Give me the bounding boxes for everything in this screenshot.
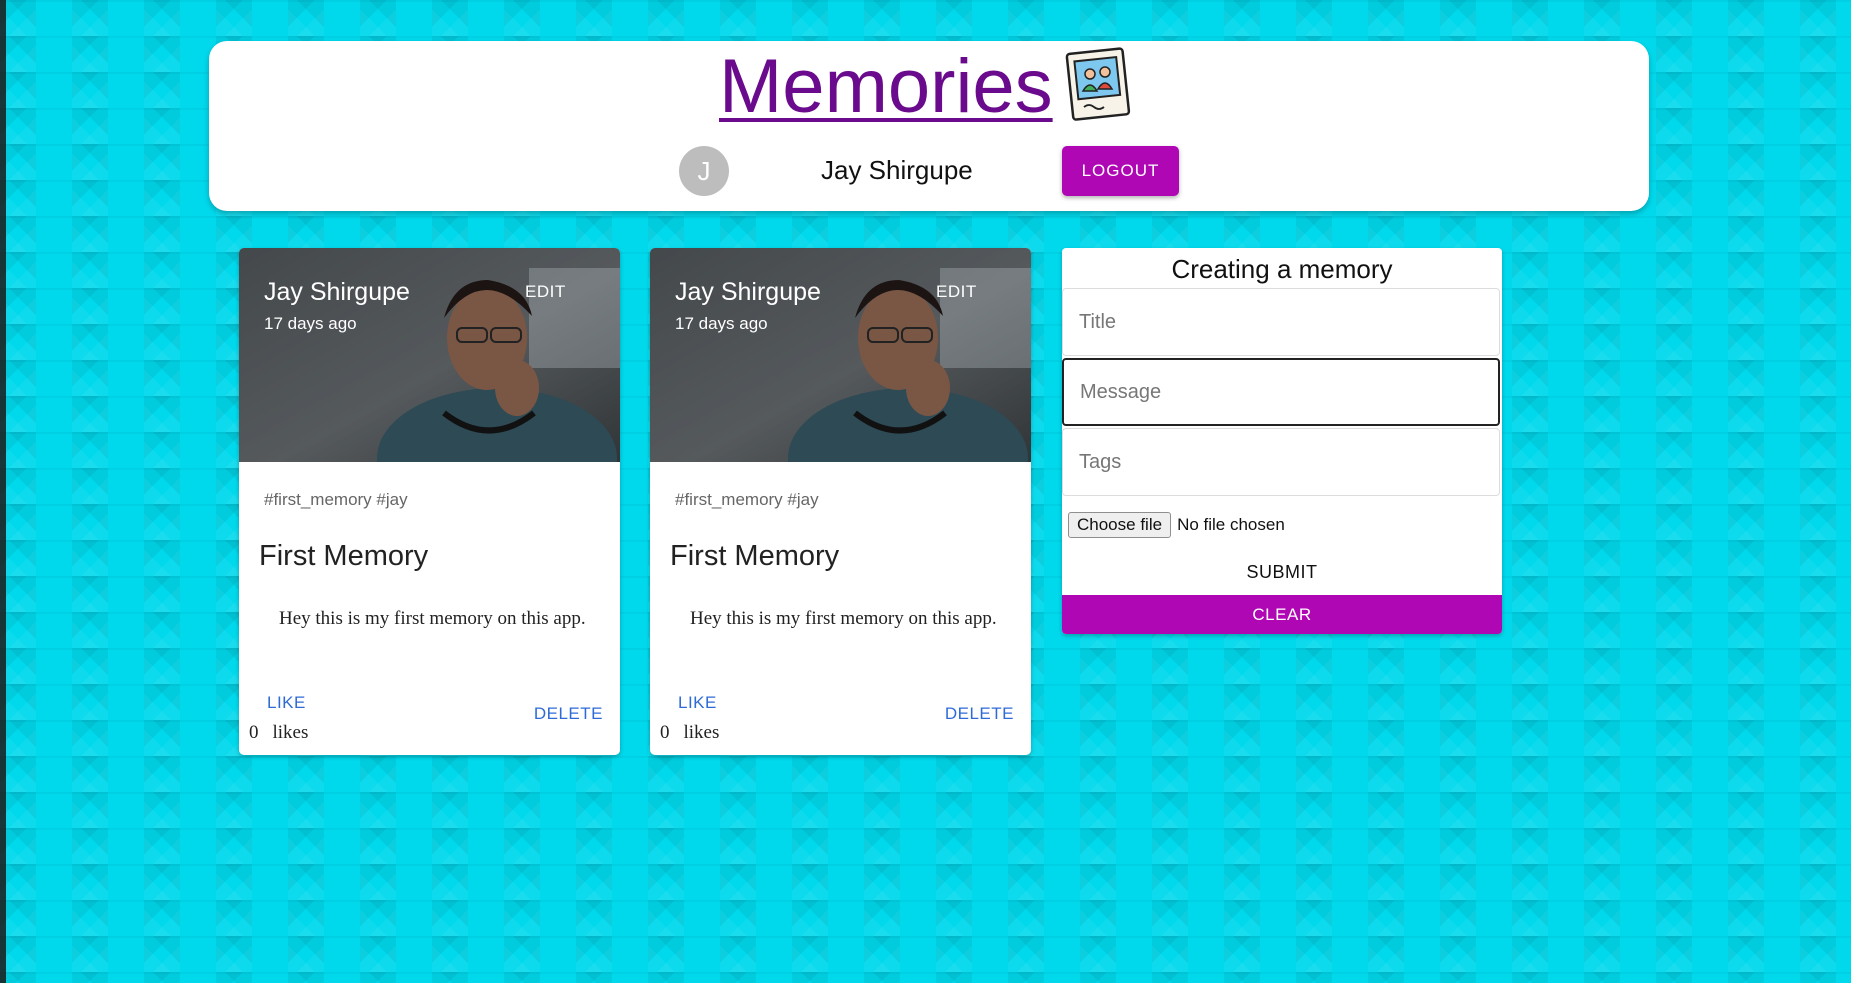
post-tags: #first_memory #jay [675,490,819,509]
brand-title-link[interactable]: Memories [719,45,1053,129]
post-title: First Memory [259,540,429,572]
window-edge [0,0,6,983]
likes-word: likes [272,722,309,743]
clear-button[interactable]: CLEAR [1062,595,1502,634]
post-time: 17 days ago [264,314,357,333]
post-card: Jay Shirgupe 17 days ago EDIT #first_mem… [650,248,1031,755]
delete-button[interactable]: DELETE [945,704,1014,724]
likes-count: 0 likes [249,722,308,744]
post-image: Jay Shirgupe 17 days ago EDIT [650,248,1031,462]
file-upload: Choose file No file chosen [1068,512,1285,538]
post-image: Jay Shirgupe 17 days ago EDIT [239,248,620,462]
username: Jay Shirgupe [821,155,973,185]
post-title: First Memory [670,540,840,572]
logout-button[interactable]: LOGOUT [1062,146,1179,196]
submit-button[interactable]: SUBMIT [1062,554,1502,590]
user-avatar: J [679,146,729,196]
app-bar: Memories J Jay Shirgupe LOGOUT [209,41,1649,211]
edit-button[interactable]: EDIT [936,282,977,302]
like-button[interactable]: LIKE [267,693,306,713]
photo-frame-icon [1065,47,1131,121]
likes-count: 0 likes [660,722,719,744]
file-status: No file chosen [1177,515,1285,534]
like-button[interactable]: LIKE [678,693,717,713]
likes-number: 0 [249,722,259,743]
post-card: Jay Shirgupe 17 days ago EDIT #first_mem… [239,248,620,755]
post-author: Jay Shirgupe [264,278,410,306]
post-message: Hey this is my first memory on this app. [279,608,586,629]
post-message: Hey this is my first memory on this app. [690,608,997,629]
delete-button[interactable]: DELETE [534,704,603,724]
create-memory-form: Creating a memory Choose file No file ch… [1062,248,1502,634]
likes-word: likes [683,722,720,743]
post-time: 17 days ago [675,314,768,333]
message-input[interactable] [1062,358,1500,426]
tags-input[interactable] [1062,428,1500,496]
form-heading: Creating a memory [1171,254,1393,284]
post-author: Jay Shirgupe [675,278,821,306]
title-input[interactable] [1062,288,1500,356]
choose-file-button[interactable]: Choose file [1068,512,1172,538]
post-tags: #first_memory #jay [264,490,408,509]
likes-number: 0 [660,722,670,743]
edit-button[interactable]: EDIT [525,282,566,302]
